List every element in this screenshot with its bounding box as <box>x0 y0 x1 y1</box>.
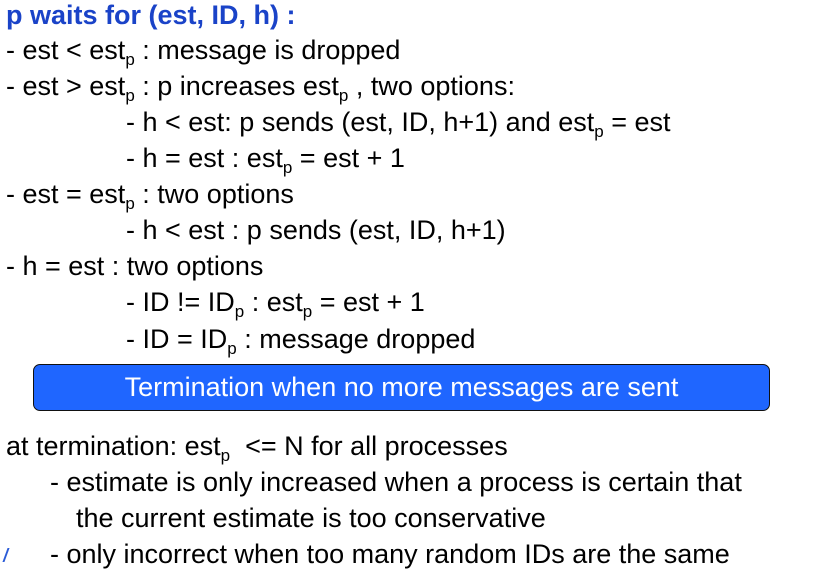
sub-rule-line: - h < est: p sends (est, ID, h+1) and es… <box>126 107 671 141</box>
sub-rule-line: - ID = IDp : message dropped <box>126 324 476 358</box>
bullet-line: - estimate is only increased when a proc… <box>50 467 742 497</box>
slide-corner-decoration <box>0 548 10 562</box>
rule-line: - est = estp : two options <box>6 179 294 213</box>
bullet-line: - only incorrect when too many random ID… <box>50 539 730 569</box>
termination-banner: Termination when no more messages are se… <box>33 364 770 411</box>
rule-line: - h = est : two options <box>6 251 264 281</box>
rule-line: - est < estp : message is dropped <box>6 35 401 69</box>
sub-rule-line: - h = est : estp = est + 1 <box>126 143 405 177</box>
sub-rule-line: - ID != IDp : estp = est + 1 <box>126 287 425 321</box>
termination-line: at termination: estp <= N for all proces… <box>6 431 508 465</box>
sub-rule-line: - h < est : p sends (est, ID, h+1) <box>126 215 506 245</box>
slide-title: p waits for (est, ID, h) : <box>6 0 296 30</box>
rule-line: - est > estp : p increases estp , two op… <box>6 71 515 105</box>
bullet-continuation-line: the current estimate is too conservative <box>76 503 546 533</box>
